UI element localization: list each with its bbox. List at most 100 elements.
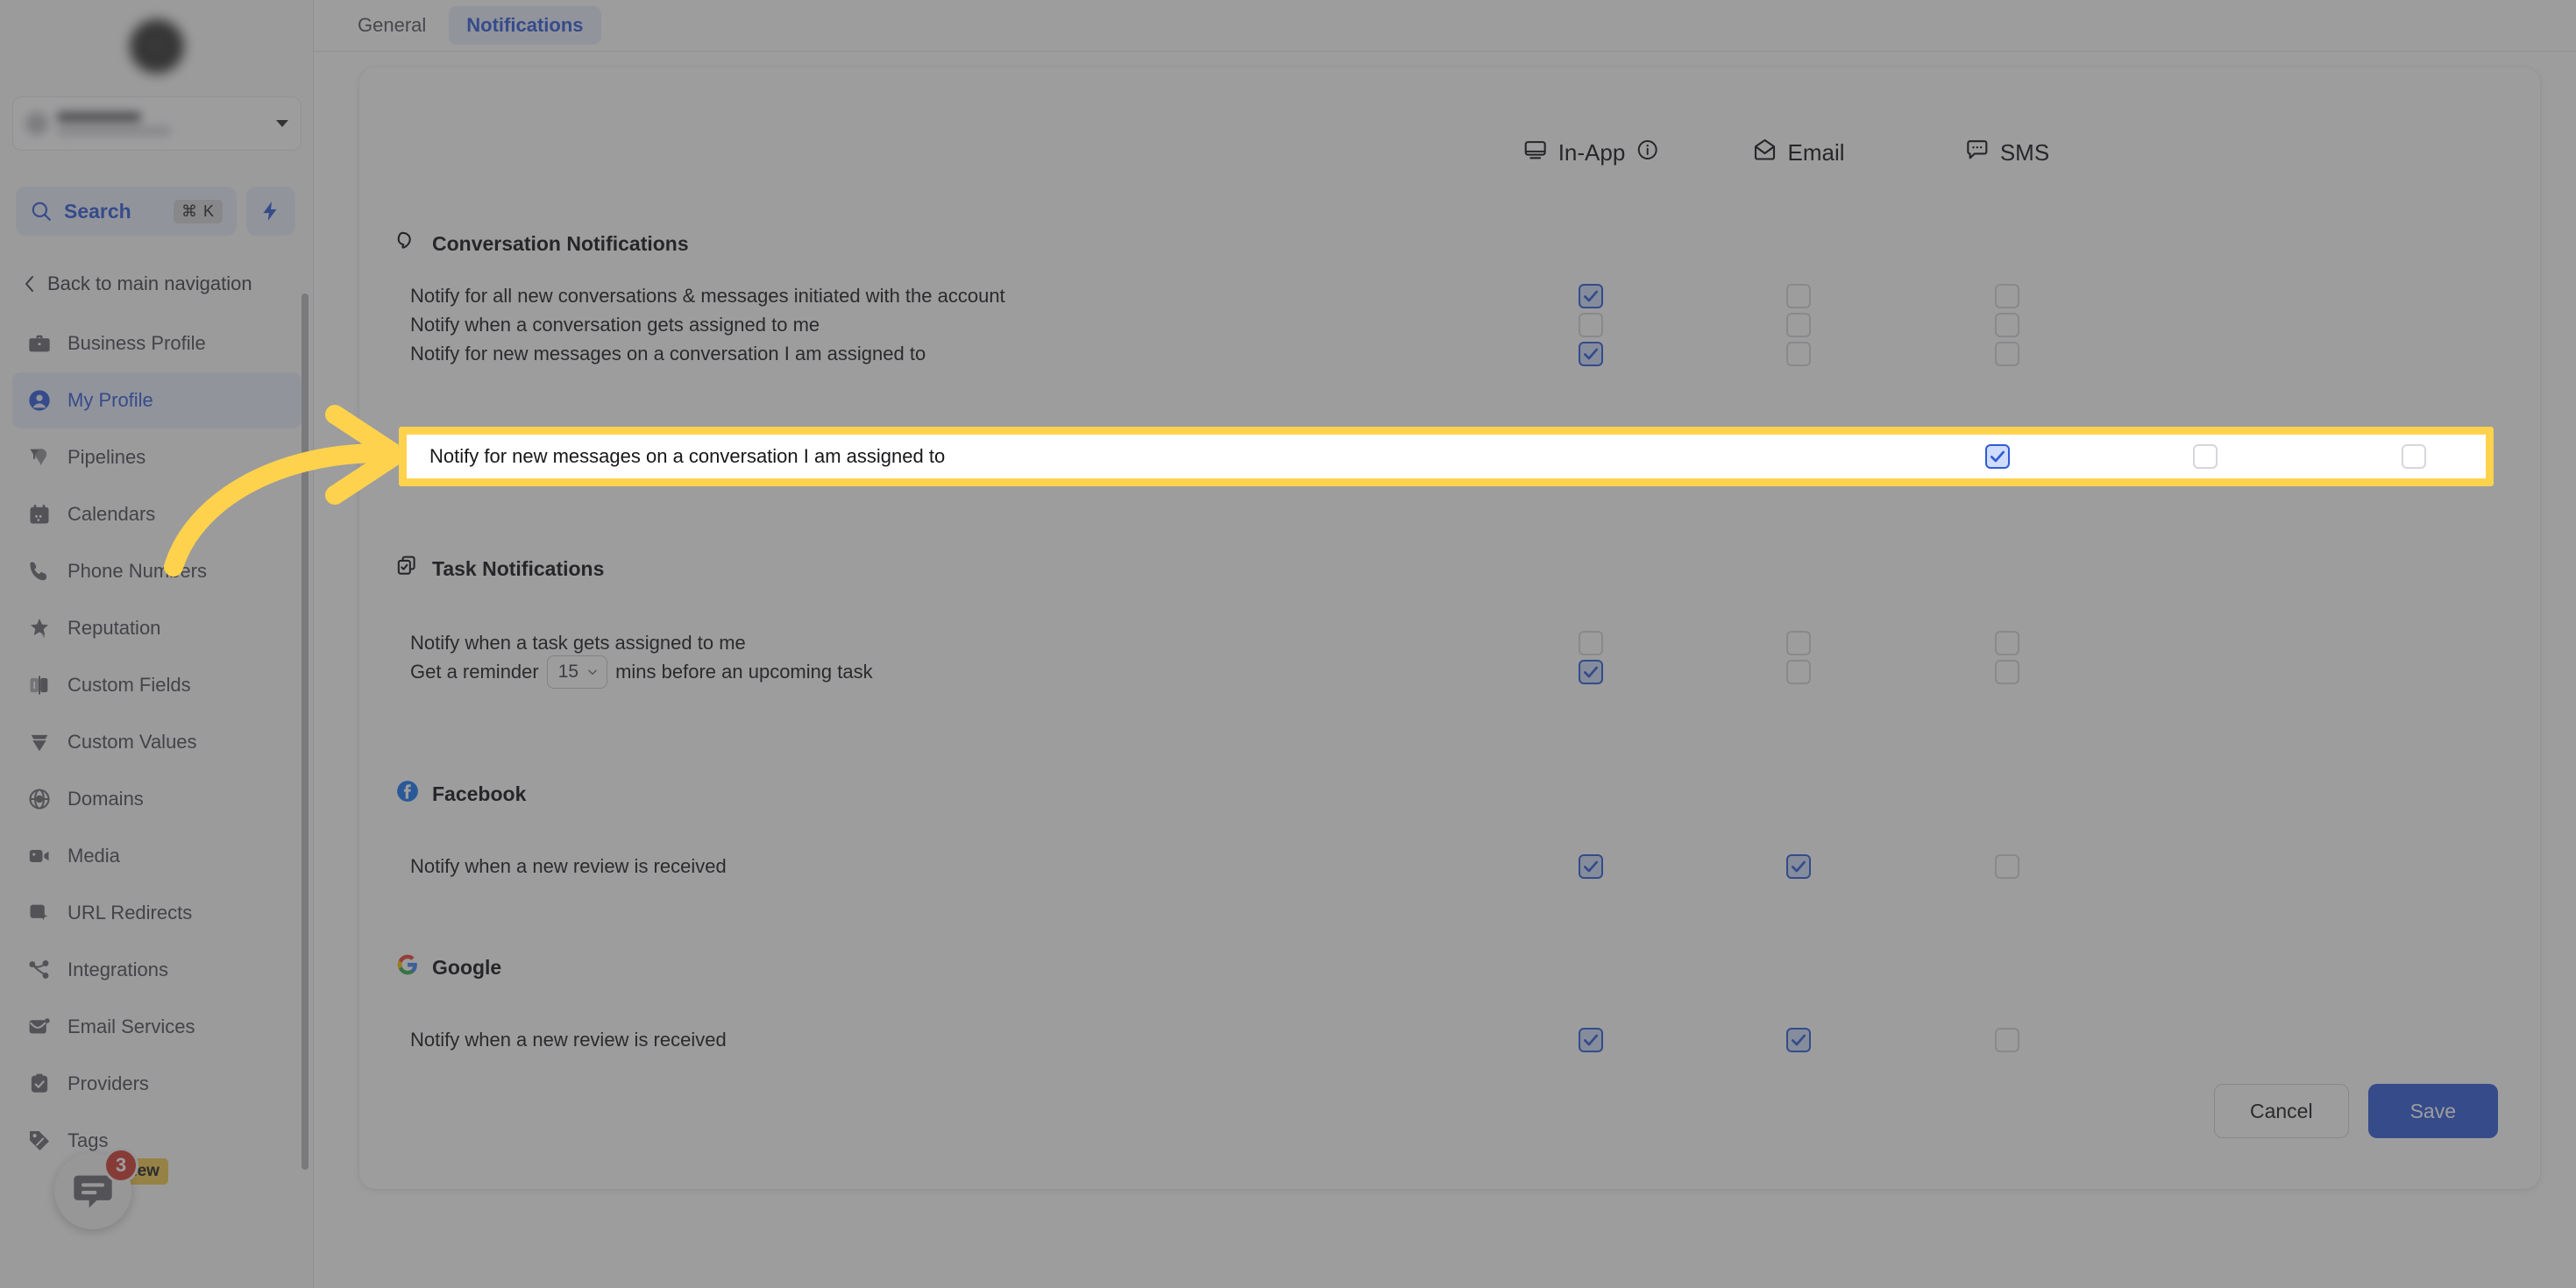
calendar-icon — [26, 501, 53, 527]
checkbox-email[interactable] — [1786, 854, 1811, 879]
section-header-facebook: Facebook — [396, 780, 526, 808]
sidebar-item-providers[interactable]: Providers — [12, 1056, 302, 1112]
sidebar-item-label: Tags — [67, 1129, 109, 1151]
share-nodes-icon — [26, 957, 53, 983]
checkbox-in-app[interactable] — [1985, 444, 2010, 469]
tab-notifications[interactable]: Notifications — [449, 6, 601, 45]
column-header-label: Email — [1787, 139, 1845, 166]
column-header-email: Email — [1752, 138, 1845, 168]
checkbox-email[interactable] — [2193, 444, 2218, 469]
checkbox-sms[interactable] — [1995, 284, 2019, 308]
sidebar-item-label: URL Redirects — [67, 902, 193, 924]
card-footer: Cancel Save — [359, 1080, 2540, 1142]
annotation-arrow — [164, 405, 406, 577]
search-icon — [32, 202, 51, 221]
phone-icon — [26, 558, 53, 584]
column-header-sms: SMS — [1965, 138, 2049, 168]
tag-icon — [26, 1128, 53, 1154]
sidebar-item-email-services[interactable]: Email Services — [12, 999, 302, 1055]
sidebar-item-url-redirects[interactable]: URL Redirects — [12, 885, 302, 941]
checkbox-email[interactable] — [1786, 1028, 1811, 1052]
checkbox-sms[interactable] — [1995, 854, 2019, 879]
sidebar: Search ⌘ K Back to main navigation Busin… — [0, 0, 314, 1288]
envelope-icon — [26, 1014, 53, 1040]
section-title: Facebook — [432, 782, 527, 805]
main-content: General Notifications In-App Email SMS Co… — [314, 0, 2576, 1288]
clipboard-check-icon — [26, 1071, 53, 1097]
checkbox-in-app[interactable] — [1579, 854, 1603, 879]
checkbox-sms[interactable] — [1995, 660, 2019, 684]
chevron-left-icon — [25, 276, 33, 292]
tab-bar: General Notifications — [314, 0, 2576, 52]
sidebar-item-custom-values[interactable]: Custom Values — [12, 714, 302, 770]
notification-row: Notify for new messages on a conversatio… — [359, 335, 2540, 373]
search-input[interactable]: Search ⌘ K — [16, 187, 237, 236]
chat-unread-count: 3 — [103, 1148, 138, 1183]
checkbox-in-app[interactable] — [1579, 660, 1603, 684]
search-row: Search ⌘ K — [16, 187, 295, 236]
sidebar-item-reputation[interactable]: Reputation — [12, 600, 302, 656]
checkbox-email[interactable] — [1786, 342, 1811, 366]
reminder-row-label: Get a reminder 15 mins before an upcomin… — [410, 653, 873, 691]
star-icon — [26, 615, 53, 641]
globe-icon — [26, 786, 53, 812]
save-button[interactable]: Save — [2367, 1084, 2498, 1138]
checkbox-email[interactable] — [1786, 313, 1811, 337]
sidebar-item-integrations[interactable]: Integrations — [12, 942, 302, 998]
sidebar-item-custom-fields[interactable]: Custom Fields — [12, 657, 302, 713]
section-title: Conversation Notifications — [432, 231, 689, 255]
checkbox-sms[interactable] — [2402, 444, 2426, 469]
notification-row-label: Notify for new messages on a conversatio… — [410, 343, 926, 364]
checkbox-sms[interactable] — [1995, 631, 2019, 655]
back-to-main-navigation[interactable]: Back to main navigation — [16, 265, 298, 302]
google-icon — [396, 953, 419, 981]
checkbox-sms[interactable] — [1995, 1028, 2019, 1052]
search-shortcut-badge: ⌘ K — [173, 199, 223, 223]
avatar[interactable] — [130, 19, 184, 74]
section-header-google: Google — [396, 953, 501, 981]
checkbox-in-app[interactable] — [1579, 1028, 1603, 1052]
notification-row: Get a reminder 15 mins before an upcomin… — [359, 653, 2540, 691]
info-circle-icon[interactable] — [1636, 138, 1658, 167]
sidebar-item-label: Media — [67, 845, 120, 867]
checkbox-in-app[interactable] — [1579, 313, 1603, 337]
sidebar-item-business-profile[interactable]: Business Profile — [12, 315, 302, 372]
checkbox-in-app[interactable] — [1579, 284, 1603, 308]
sidebar-item-label: Calendars — [67, 503, 156, 525]
checkbox-sms[interactable] — [1995, 313, 2019, 337]
section-header-conversation-notifications: Conversation Notifications — [396, 230, 689, 258]
checkbox-in-app[interactable] — [1579, 631, 1603, 655]
tab-general[interactable]: General — [340, 6, 444, 45]
checkbox-in-app[interactable] — [1579, 342, 1603, 366]
diamond-icon — [26, 729, 53, 755]
search-placeholder: Search — [64, 199, 131, 223]
highlighted-row[interactable]: Notify for new messages on a conversatio… — [399, 427, 2494, 486]
user-circle-icon — [26, 387, 53, 414]
sidebar-item-label: Reputation — [67, 617, 161, 639]
sidebar-item-media[interactable]: Media — [12, 828, 302, 884]
envelope-open-icon — [1752, 138, 1777, 168]
video-icon — [26, 843, 53, 869]
chevron-down-icon — [588, 669, 597, 676]
sidebar-item-label: Custom Values — [67, 731, 197, 753]
custom-fields-icon — [26, 672, 53, 698]
column-header-in-app: In-App — [1523, 138, 1659, 168]
cancel-button[interactable]: Cancel — [2213, 1084, 2349, 1138]
reminder-minutes-select[interactable]: 15 — [546, 655, 608, 689]
checkbox-email[interactable] — [1786, 660, 1811, 684]
reminder-label-after: mins before an upcoming task — [615, 661, 873, 683]
sidebar-item-domains[interactable]: Domains — [12, 771, 302, 827]
checkbox-email[interactable] — [1786, 631, 1811, 655]
account-switcher[interactable] — [12, 96, 302, 151]
reminder-label-before: Get a reminder — [410, 661, 539, 683]
checkbox-sms[interactable] — [1995, 342, 2019, 366]
checkbox-email[interactable] — [1786, 284, 1811, 308]
funnel-icon — [26, 444, 53, 471]
facebook-icon — [396, 780, 419, 808]
reminder-minutes-value: 15 — [557, 662, 579, 682]
speech-bubble-icon — [396, 230, 419, 258]
quick-actions-button[interactable] — [246, 187, 295, 236]
sidebar-item-label: Business Profile — [67, 332, 206, 354]
sidebar-item-label: Custom Fields — [67, 674, 191, 696]
cursor-box-icon — [26, 900, 53, 926]
